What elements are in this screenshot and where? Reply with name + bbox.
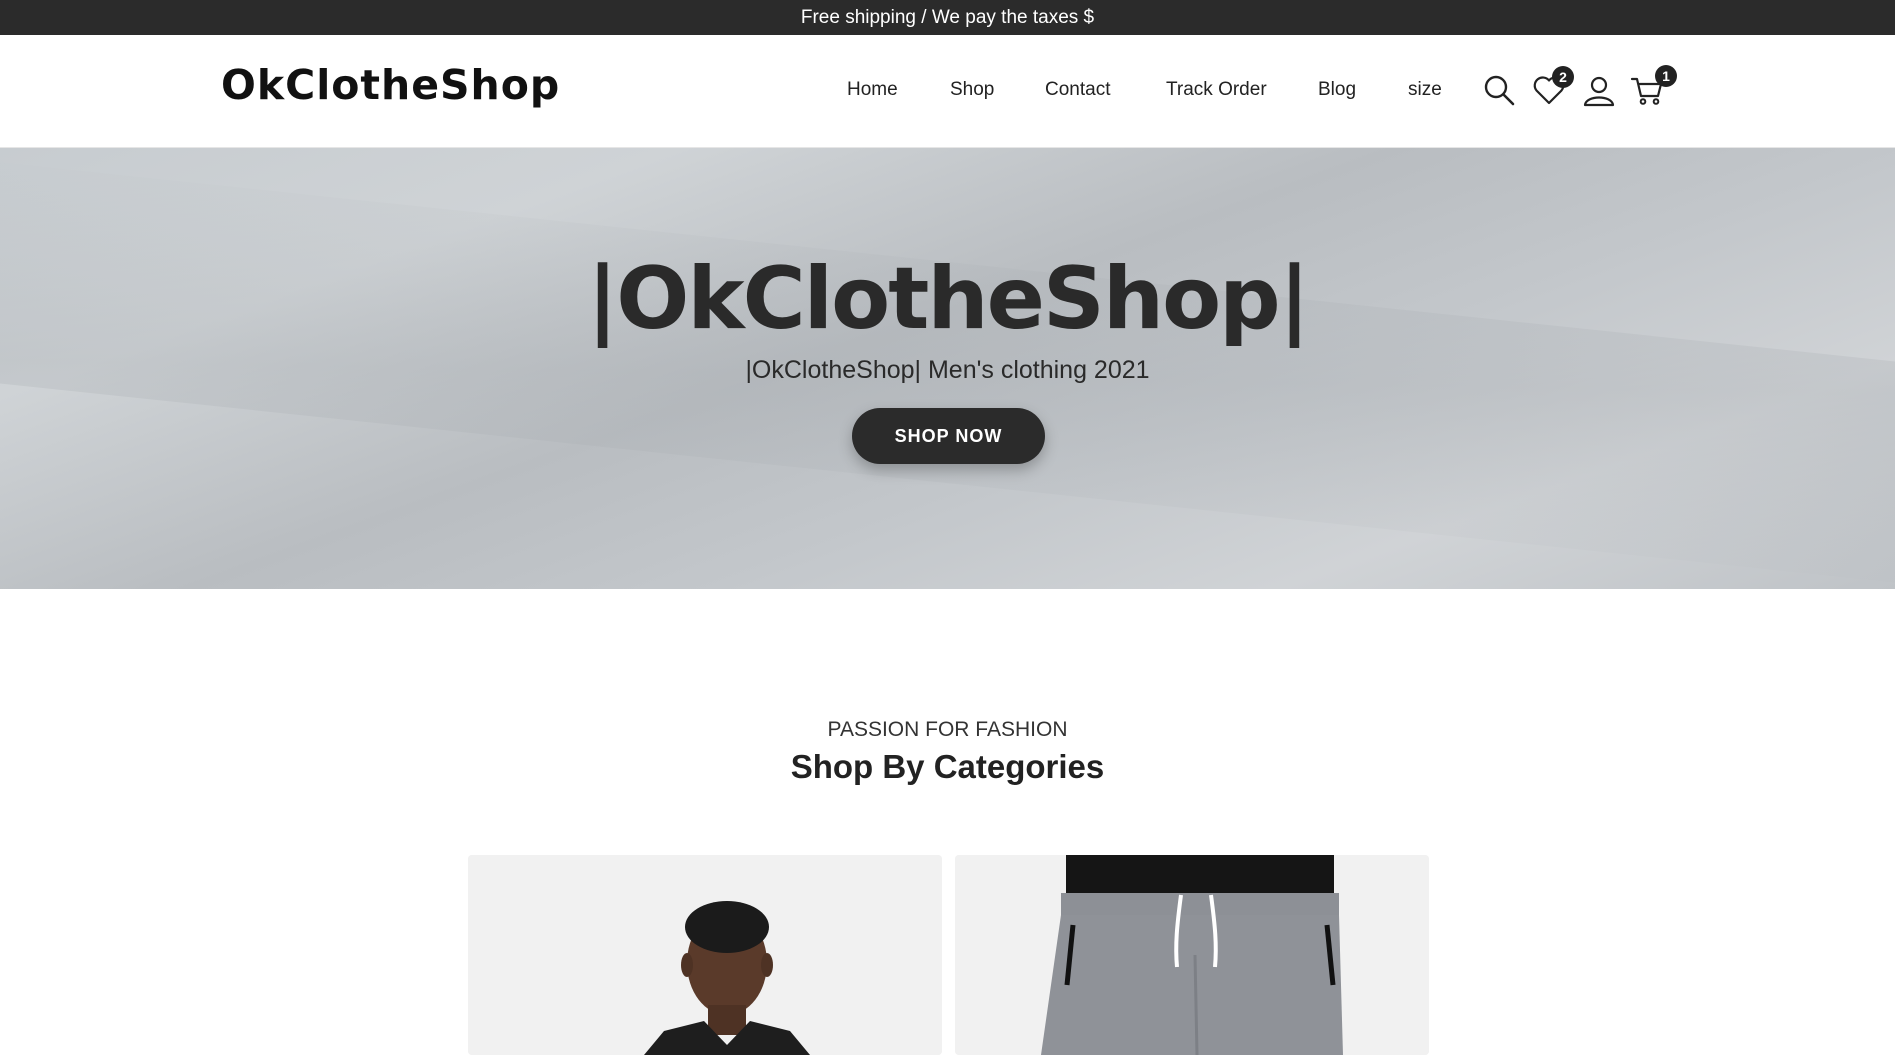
- categories-title: Shop By Categories: [790, 748, 1105, 785]
- nav-track-order[interactable]: Track Order: [1166, 79, 1267, 101]
- search-icon[interactable]: [1482, 73, 1516, 107]
- announcement-bar: Free shipping / We pay the taxes $: [0, 0, 1895, 35]
- hero-title: |OkClotheShop|: [586, 249, 1310, 349]
- site-logo[interactable]: OkClotheShop: [221, 65, 560, 106]
- nav-size[interactable]: size: [1408, 79, 1442, 101]
- nav-blog[interactable]: Blog: [1318, 79, 1356, 101]
- category-image-pants: [955, 855, 1429, 1055]
- shop-now-button[interactable]: SHOP NOW: [852, 408, 1045, 464]
- heart-icon[interactable]: 2: [1532, 66, 1574, 107]
- site-header: OkClotheShop Home Shop Contact Track Ord…: [0, 35, 1895, 148]
- nav-shop[interactable]: Shop: [950, 79, 994, 101]
- hero-subtitle: |OkClotheShop| Men's clothing 2021: [745, 356, 1150, 384]
- wishlist-count-badge: 2: [1552, 66, 1574, 88]
- hero-banner: |OkClotheShop| |OkClotheShop| Men's clot…: [0, 148, 1895, 589]
- announcement-text: Free shipping / We pay the taxes $: [800, 6, 1095, 28]
- nav-home[interactable]: Home: [847, 79, 898, 101]
- category-card-jackets[interactable]: [468, 855, 942, 1055]
- user-icon[interactable]: [1582, 73, 1616, 107]
- nav-contact[interactable]: Contact: [1045, 79, 1110, 101]
- cart-count-badge: 1: [1655, 65, 1677, 87]
- category-card-pants[interactable]: [955, 855, 1429, 1055]
- category-image-man: [468, 855, 942, 1055]
- categories-kicker: PASSION FOR FASHION: [827, 718, 1068, 741]
- cart-icon[interactable]: 1: [1630, 65, 1677, 107]
